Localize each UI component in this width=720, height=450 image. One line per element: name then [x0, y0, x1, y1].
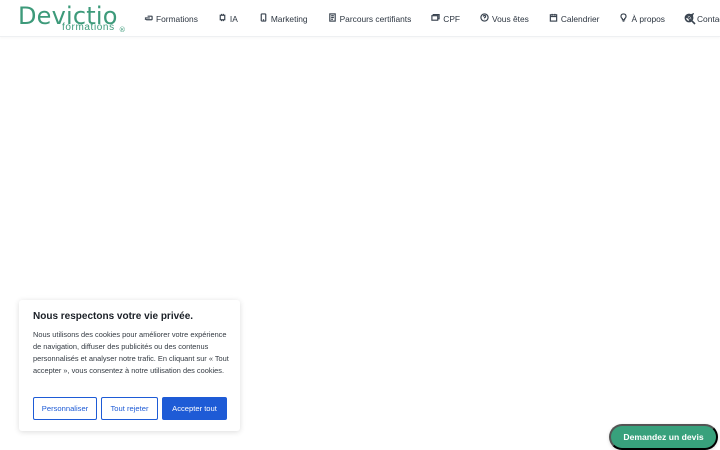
- nav-item-marketing[interactable]: Marketing: [259, 13, 308, 24]
- nav-item-label: Calendrier: [560, 13, 600, 24]
- reject-all-button[interactable]: Tout rejeter: [101, 397, 158, 420]
- lightbulb-icon: [619, 13, 631, 24]
- nav-item-vous-etes[interactable]: Vous êtes: [480, 13, 529, 24]
- customize-button[interactable]: Personnaliser: [33, 397, 97, 420]
- nav-item-label: À propos: [631, 13, 665, 24]
- request-quote-button[interactable]: Demandez un devis: [609, 424, 718, 450]
- certificate-icon: [328, 13, 340, 24]
- nav-item-label: IA: [229, 13, 238, 24]
- hand-point-icon: [144, 13, 156, 24]
- logo-subtitle: formations: [62, 22, 115, 33]
- main-nav: Formations IA Marketing Parcours certifi…: [144, 0, 720, 37]
- nav-item-calendrier[interactable]: Calendrier: [549, 13, 600, 24]
- phone-icon: [259, 13, 271, 24]
- cookie-consent-banner: Nous respectons votre vie privée. Nous u…: [19, 300, 240, 431]
- site-header: Devictio® formations Formations IA Marke…: [0, 0, 720, 37]
- nav-item-label: Contact: [697, 13, 720, 24]
- devictio-logo[interactable]: Devictio® formations: [18, 2, 126, 34]
- search-icon: [684, 12, 696, 29]
- chip-icon: [218, 13, 230, 24]
- nav-item-label: Parcours certifiants: [339, 13, 412, 24]
- nav-item-formations[interactable]: Formations: [144, 13, 198, 24]
- cookie-title: Nous respectons votre vie privée.: [33, 311, 194, 322]
- search-button[interactable]: [684, 12, 696, 25]
- nav-item-ia[interactable]: IA: [218, 13, 238, 24]
- nav-item-cpf[interactable]: CPF: [431, 13, 460, 24]
- question-circle-icon: [480, 13, 492, 24]
- nav-item-a-propos[interactable]: À propos: [619, 13, 665, 24]
- nav-item-label: Vous êtes: [492, 13, 529, 24]
- accept-all-button[interactable]: Accepter tout: [162, 397, 227, 420]
- cards-icon: [431, 13, 443, 24]
- nav-item-parcours[interactable]: Parcours certifiants: [328, 13, 412, 24]
- cookie-description: Nous utilisons des cookies pour améliore…: [33, 330, 229, 375]
- nav-item-label: CPF: [443, 13, 461, 24]
- calendar-icon: [549, 13, 561, 24]
- nav-item-label: Formations: [156, 13, 198, 24]
- nav-item-label: Marketing: [270, 13, 308, 24]
